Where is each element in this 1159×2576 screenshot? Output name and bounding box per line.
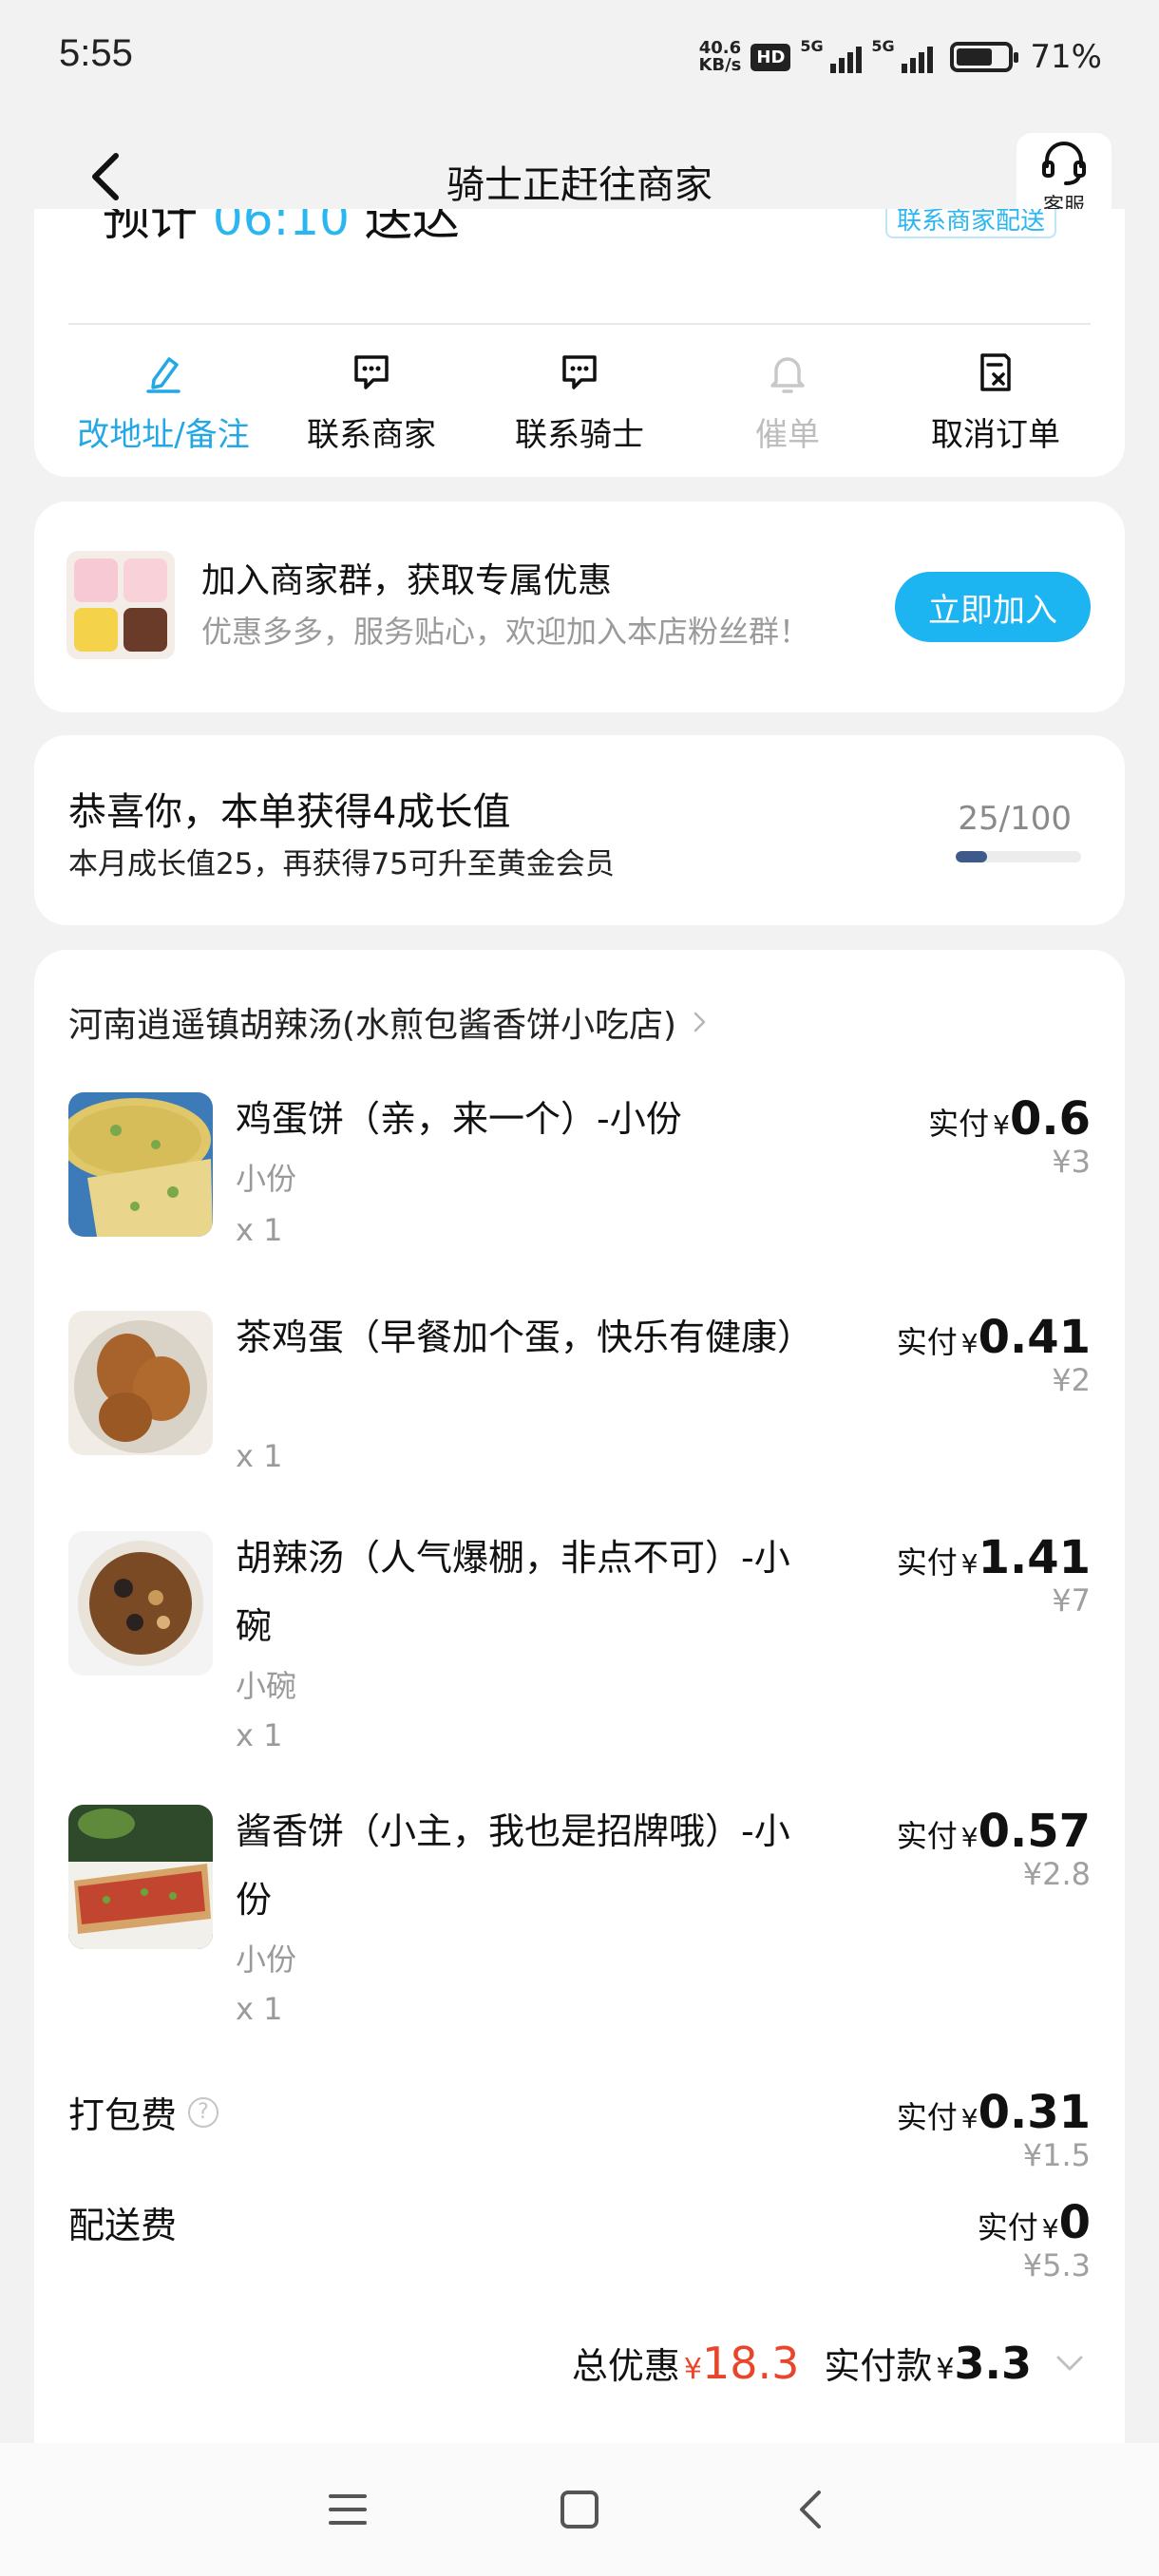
item-spec: 小份 xyxy=(236,1941,297,1978)
order-actions-card: 预计 06:10 送达 联系商家配送 改地址/备注 联系商家 联系骑士 催单 取… xyxy=(34,209,1125,477)
status-time: 5:55 xyxy=(59,32,133,74)
merchant-group-card: 加入商家群，获取专属优惠 优惠多多，服务贴心，欢迎加入本店粉丝群！ 立即加入 xyxy=(34,502,1125,712)
system-nav-bar xyxy=(0,2443,1159,2576)
eta-text: 预计 06:10 送达 xyxy=(103,209,460,249)
paid-amount: 0.57 xyxy=(978,1805,1091,1858)
chevron-right-icon xyxy=(694,1012,706,1032)
item-quantity: x 1 xyxy=(236,1212,283,1248)
merchant-delivery-tag[interactable]: 联系商家配送 xyxy=(884,209,1056,238)
growth-progress-fill xyxy=(956,851,987,862)
original-price: ¥2.8 xyxy=(1022,1856,1091,1892)
chat-icon xyxy=(562,355,597,389)
shop-name: 河南逍遥镇胡辣汤(水煎包酱香饼小吃店) xyxy=(68,1006,677,1045)
help-icon[interactable]: ? xyxy=(188,2096,219,2128)
chevron-down-icon[interactable] xyxy=(1053,2346,1087,2380)
item-name: 胡辣汤（人气爆棚，非点不可）-小碗 xyxy=(236,1537,790,1647)
cancel-order-icon xyxy=(980,353,1011,391)
order-details-card: 河南逍遥镇胡辣汤(水煎包酱香饼小吃店) 鸡蛋饼（亲，来一个）-小份 小份 x 1… xyxy=(34,950,1125,2451)
battery-icon xyxy=(950,42,1019,72)
paid-amount: 0 xyxy=(1058,2196,1091,2249)
cancel-order-button[interactable]: 取消订单 xyxy=(901,350,1091,455)
item-image xyxy=(68,1311,213,1455)
item-image xyxy=(68,1092,213,1237)
packaging-fee-row: 打包费 ? 实付 ¥0.31 ¥1.5 xyxy=(68,2086,1091,2181)
total-discount-value: 18.3 xyxy=(701,2338,800,2389)
item-image xyxy=(68,1531,213,1676)
shop-name-link[interactable]: 河南逍遥镇胡辣汤(水煎包酱香饼小吃店) xyxy=(68,997,711,1047)
fee-price: 实付 ¥0 ¥5.3 xyxy=(977,2196,1091,2283)
item-spec: 小碗 xyxy=(236,1668,297,1704)
growth-count: 25/100 xyxy=(958,800,1072,838)
status-indicators: 40.6 KB/s HD 5G 5G 71% xyxy=(698,28,1102,85)
order-item[interactable]: 茶鸡蛋（早餐加个蛋，快乐有健康） x 1 实付 ¥0.41 ¥2 xyxy=(68,1311,1091,1501)
order-item[interactable]: 鸡蛋饼（亲，来一个）-小份 小份 x 1 实付 ¥0.6 ¥3 xyxy=(68,1092,1091,1263)
signal-icon: 5G xyxy=(800,37,863,73)
group-avatar xyxy=(66,551,175,659)
fee-label: 打包费 xyxy=(68,2094,178,2136)
total-paid-label: 实付款 xyxy=(824,2345,933,2387)
group-subtitle: 优惠多多，服务贴心，欢迎加入本店粉丝群！ xyxy=(201,614,810,650)
contact-merchant-button[interactable]: 联系商家 xyxy=(276,350,466,455)
edit-icon xyxy=(146,357,180,393)
original-price: ¥3 xyxy=(1052,1144,1091,1180)
headset-icon xyxy=(1042,142,1086,185)
growth-card: 恭喜你，本单获得4成长值 本月成长值25，再获得75可升至黄金会员 25/100 xyxy=(34,735,1125,925)
growth-progress-bar xyxy=(956,851,1081,862)
actions-row: 改地址/备注 联系商家 联系骑士 催单 取消订单 xyxy=(68,350,1091,455)
divider xyxy=(68,323,1091,325)
back-icon[interactable] xyxy=(788,2487,834,2532)
total-paid-value: 3.3 xyxy=(954,2338,1033,2389)
battery-percent: 71% xyxy=(1030,38,1102,76)
urge-order-button[interactable]: 催单 xyxy=(693,350,883,455)
home-icon[interactable] xyxy=(557,2487,602,2532)
original-price: ¥2 xyxy=(1052,1362,1091,1398)
status-bar: 5:55 40.6 KB/s HD 5G 5G 71% xyxy=(0,0,1159,112)
edit-address-button[interactable]: 改地址/备注 xyxy=(68,350,258,455)
menu-icon[interactable] xyxy=(325,2487,370,2532)
fee-label: 配送费 xyxy=(68,2205,178,2246)
paid-amount: 0.6 xyxy=(1009,1092,1091,1146)
paid-amount: 0.41 xyxy=(978,1311,1091,1364)
item-price: 实付 ¥0.41 ¥2 xyxy=(896,1311,1091,1398)
group-title: 加入商家群，获取专属优惠 xyxy=(201,561,613,600)
order-total[interactable]: 总优惠 ¥ 18.3 实付款 ¥ 3.3 xyxy=(572,2337,1087,2389)
item-price: 实付 ¥1.41 ¥7 xyxy=(896,1531,1091,1619)
growth-title: 恭喜你，本单获得4成长值 xyxy=(68,790,511,834)
growth-subtitle: 本月成长值25，再获得75可升至黄金会员 xyxy=(68,847,615,881)
original-price: ¥1.5 xyxy=(1022,2137,1091,2173)
item-name: 茶鸡蛋（早餐加个蛋，快乐有健康） xyxy=(236,1316,814,1358)
network-speed: 40.6 KB/s xyxy=(698,38,742,75)
paid-amount: 1.41 xyxy=(978,1531,1091,1584)
paid-amount: 0.31 xyxy=(978,2086,1091,2139)
bell-icon xyxy=(770,357,805,393)
original-price: ¥7 xyxy=(1052,1582,1091,1619)
item-quantity: x 1 xyxy=(236,1438,283,1474)
signal-icon: 5G xyxy=(871,37,934,73)
original-price: ¥5.3 xyxy=(1022,2247,1091,2283)
total-discount-label: 总优惠 xyxy=(571,2345,680,2387)
item-name: 酱香饼（小主，我也是招牌哦）-小份 xyxy=(236,1810,790,1921)
hd-badge: HD xyxy=(750,43,791,71)
item-name: 鸡蛋饼（亲，来一个）-小份 xyxy=(236,1098,682,1140)
delivery-fee-row: 配送费 实付 ¥0 ¥5.3 xyxy=(68,2196,1091,2291)
eta-time: 06:10 xyxy=(212,209,350,246)
join-group-button[interactable]: 立即加入 xyxy=(895,572,1091,642)
chat-icon xyxy=(354,355,389,389)
item-quantity: x 1 xyxy=(236,1991,283,2027)
order-item[interactable]: 胡辣汤（人气爆棚，非点不可）-小碗 小碗 x 1 实付 ¥1.41 ¥7 xyxy=(68,1531,1091,1759)
order-item[interactable]: 酱香饼（小主，我也是招牌哦）-小份 小份 x 1 实付 ¥0.57 ¥2.8 xyxy=(68,1805,1091,2033)
item-image xyxy=(68,1805,213,1949)
eta-area: 预计 06:10 送达 联系商家配送 xyxy=(68,209,1091,323)
contact-rider-button[interactable]: 联系骑士 xyxy=(484,350,674,455)
page-title: 骑士正赶往商家 xyxy=(446,163,712,207)
item-spec: 小份 xyxy=(236,1161,297,1197)
fee-price: 实付 ¥0.31 ¥1.5 xyxy=(896,2086,1091,2173)
item-quantity: x 1 xyxy=(236,1717,283,1753)
item-price: 实付 ¥0.57 ¥2.8 xyxy=(896,1805,1091,1892)
item-price: 实付 ¥0.6 ¥3 xyxy=(928,1092,1091,1180)
